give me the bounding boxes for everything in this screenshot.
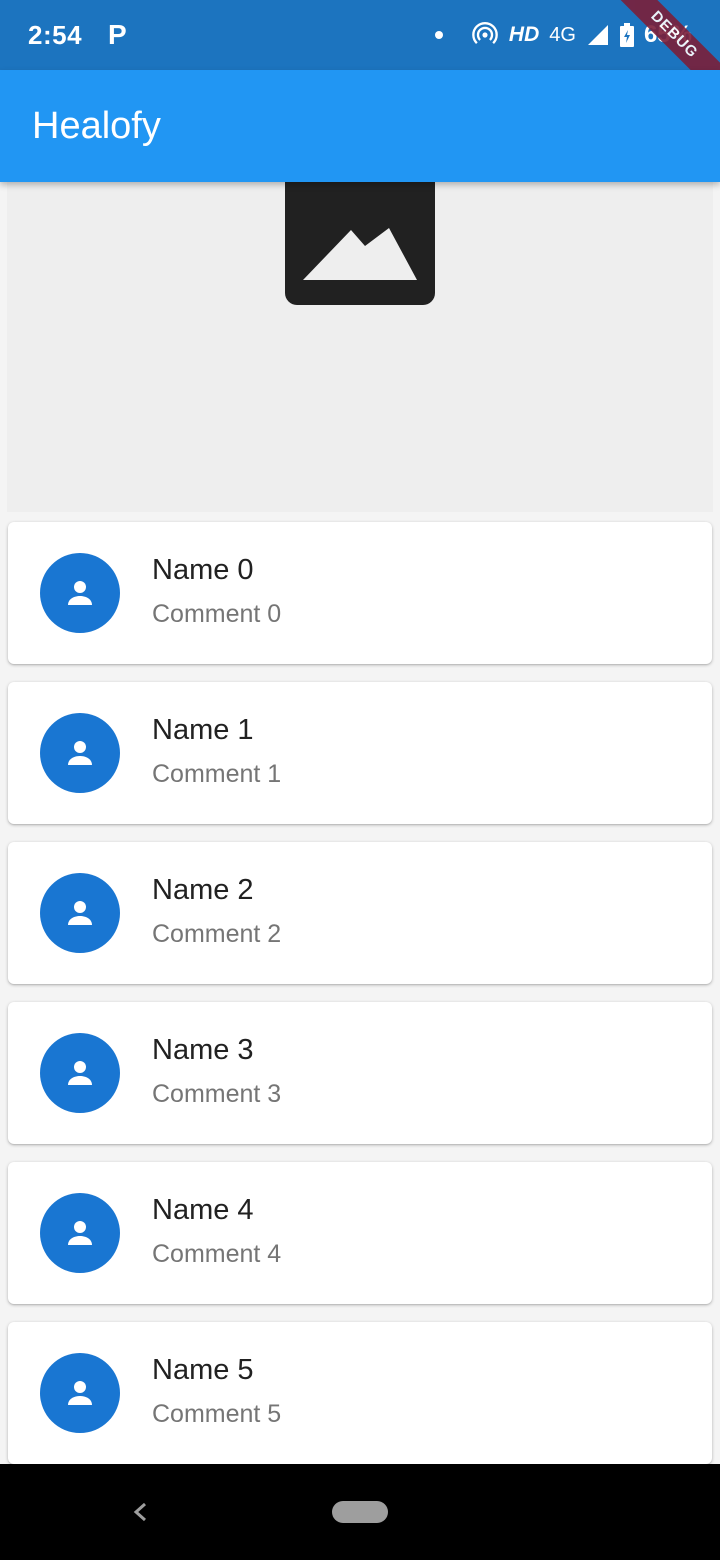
item-comment: Comment 0	[152, 600, 282, 628]
status-bar: 2:54 P HD 4G 65% DEBUG	[0, 0, 720, 70]
person-icon	[68, 901, 92, 925]
image-placeholder-icon	[285, 182, 435, 305]
list-item[interactable]: Name 4 Comment 4	[8, 1162, 712, 1304]
comment-list: Name 0 Comment 0 Name 1 Comment 1 Name 2…	[8, 522, 712, 1482]
item-name: Name 3	[152, 1034, 254, 1066]
status-time: 2:54	[28, 19, 83, 50]
avatar	[40, 873, 120, 953]
avatar	[40, 1033, 120, 1113]
item-name: Name 0	[152, 554, 254, 586]
back-icon[interactable]	[126, 1494, 154, 1530]
item-comment: Comment 1	[152, 760, 282, 788]
item-comment: Comment 2	[152, 920, 282, 948]
avatar	[40, 1193, 120, 1273]
list-item[interactable]: Name 5 Comment 5	[8, 1322, 712, 1464]
item-name: Name 5	[152, 1354, 254, 1386]
item-comment: Comment 5	[152, 1400, 282, 1428]
list-item[interactable]: Name 1 Comment 1	[8, 682, 712, 824]
person-icon	[68, 1221, 92, 1245]
notification-dot-icon	[434, 31, 443, 39]
item-comment: Comment 4	[152, 1240, 282, 1268]
list-item[interactable]: Name 2 Comment 2	[8, 842, 712, 984]
home-pill-icon[interactable]	[332, 1501, 388, 1523]
list-item[interactable]: Name 0 Comment 0	[8, 522, 712, 664]
hd-indicator: HD	[508, 23, 540, 46]
hotspot-icon	[472, 22, 498, 44]
item-name: Name 4	[152, 1194, 254, 1226]
item-name: Name 1	[152, 714, 254, 746]
avatar	[40, 553, 120, 633]
person-icon	[68, 1381, 92, 1405]
network-type: 4G	[549, 23, 576, 46]
person-icon	[68, 1061, 92, 1085]
app-title: Healofy	[32, 104, 161, 147]
item-name: Name 2	[152, 874, 254, 906]
item-comment: Comment 3	[152, 1080, 282, 1108]
battery-icon	[619, 23, 634, 47]
signal-icon	[587, 25, 608, 45]
avatar	[40, 1353, 120, 1433]
app-bar: Healofy	[0, 70, 720, 182]
list-item[interactable]: Name 3 Comment 3	[8, 1002, 712, 1144]
app-indicator-icon: P	[108, 19, 127, 50]
avatar	[40, 713, 120, 793]
person-icon	[68, 741, 92, 765]
system-nav-bar	[0, 1464, 720, 1560]
person-icon	[68, 581, 92, 605]
hero-image	[7, 182, 713, 512]
